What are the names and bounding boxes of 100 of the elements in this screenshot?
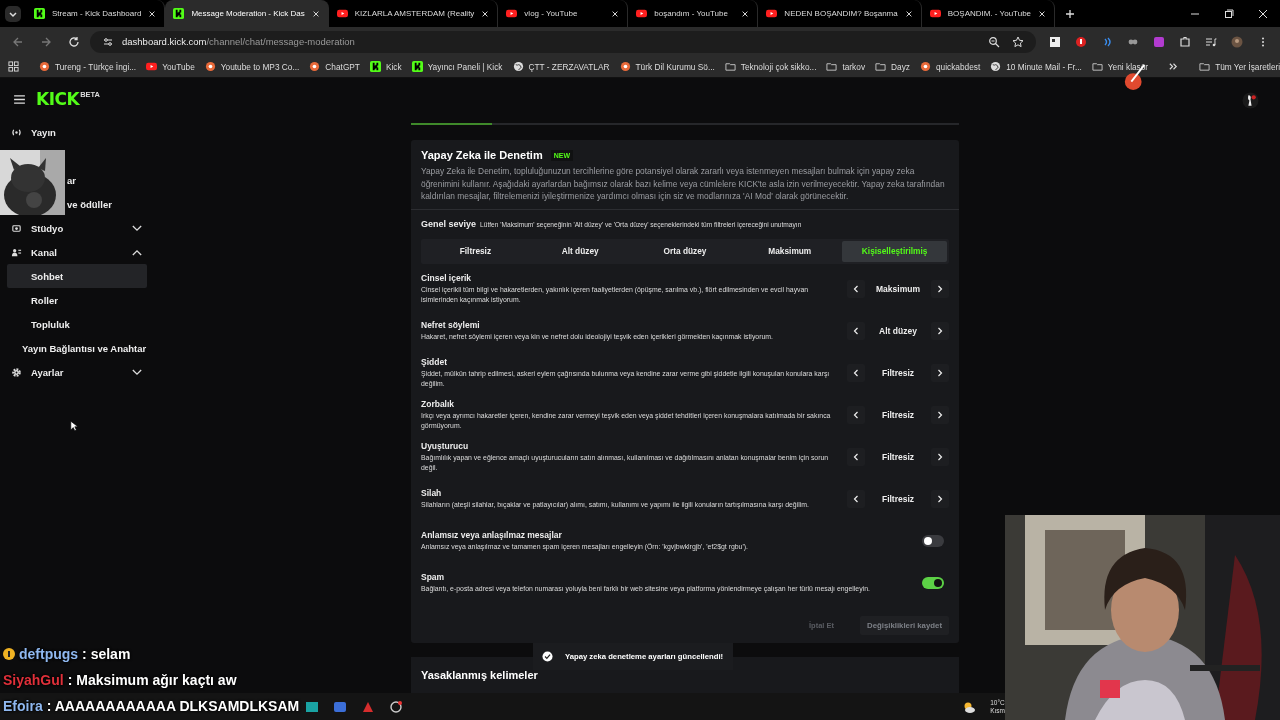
bookmark[interactable]: Tüm Yer İşaretleri xyxy=(1199,61,1280,72)
app-icon[interactable] xyxy=(389,699,403,714)
folder-icon xyxy=(875,61,887,72)
sidebar-item[interactable]: Yayın xyxy=(7,120,147,144)
app-icon[interactable] xyxy=(305,699,319,714)
bookmark[interactable]: Tureng - Türkçe İngi... xyxy=(39,61,137,72)
previous-button[interactable] xyxy=(847,406,865,425)
chevron-double-icon[interactable] xyxy=(1168,61,1180,72)
previous-button[interactable] xyxy=(847,322,865,341)
folder-icon xyxy=(1199,61,1211,72)
bookmark[interactable]: quickabdest xyxy=(919,61,981,72)
chat-message: : selam xyxy=(82,646,131,662)
youtube-icon xyxy=(929,8,941,19)
kick-icon xyxy=(411,61,423,72)
apps-icon[interactable] xyxy=(8,61,19,72)
bookmark[interactable]: Dayz xyxy=(875,61,910,72)
chevron-left-icon xyxy=(853,369,859,378)
level-value: Filtresiz xyxy=(880,368,916,379)
previous-button[interactable] xyxy=(847,490,865,509)
chevron-left-icon xyxy=(853,327,859,336)
restore-icon[interactable] xyxy=(1224,8,1234,19)
sidebar-item[interactable]: ar xyxy=(67,168,76,192)
level-tab[interactable]: Filtresiz xyxy=(423,240,528,262)
bookmark[interactable]: ChatGPT xyxy=(309,61,360,72)
tab-list-icon[interactable] xyxy=(5,5,21,22)
next-button[interactable] xyxy=(931,280,949,299)
bookmark[interactable]: Yeni klasör xyxy=(1091,61,1149,72)
toggle-switch[interactable] xyxy=(922,535,944,548)
next-button[interactable] xyxy=(931,490,949,509)
level-value: Filtresiz xyxy=(880,494,916,505)
next-button[interactable] xyxy=(931,364,949,383)
chevron-right-icon xyxy=(937,411,943,420)
close-icon[interactable] xyxy=(904,9,913,18)
bookmark[interactable]: Kick xyxy=(369,61,402,72)
level-tab[interactable]: Alt düzey xyxy=(527,240,633,262)
sidebar-item[interactable]: ve ödüller xyxy=(67,192,112,216)
chevron-right-icon xyxy=(937,495,943,504)
menu-icon[interactable] xyxy=(14,94,25,104)
camera-icon xyxy=(11,222,22,234)
close-icon[interactable] xyxy=(481,9,490,18)
bookmark[interactable]: Türk Dil Kurumu Sö... xyxy=(619,61,715,72)
kick-logo[interactable]: KICK xyxy=(36,89,80,109)
folder-icon xyxy=(724,61,736,72)
rule-title: Zorbalık xyxy=(421,399,456,410)
close-icon[interactable] xyxy=(741,9,750,18)
youtube-icon xyxy=(636,8,648,19)
previous-button[interactable] xyxy=(847,448,865,467)
sidebar-item[interactable]: Kanal xyxy=(7,240,147,264)
address-bar[interactable]: dashboard.kick.com/channel/chat/message-moderation xyxy=(90,30,1036,53)
chat-username: SiyahGul xyxy=(3,672,64,688)
section-title: Yapay Zeka ile Denetim xyxy=(421,149,543,161)
close-icon[interactable] xyxy=(1258,8,1268,19)
bookmark[interactable]: YouTube xyxy=(146,61,195,72)
rule-title: Spam xyxy=(421,572,446,583)
rule-title: Anlamsız veya anlaşılmaz mesajlar xyxy=(421,530,563,541)
sidebar-item[interactable]: Sohbet xyxy=(7,264,147,288)
previous-button[interactable] xyxy=(847,364,865,383)
avatar-icon[interactable] xyxy=(1241,92,1259,109)
close-icon[interactable] xyxy=(311,9,320,18)
next-button[interactable] xyxy=(931,322,949,341)
previous-button[interactable] xyxy=(847,280,865,299)
level-tab[interactable]: Maksimum xyxy=(737,240,843,262)
bookmark[interactable]: Youtube to MP3 Co... xyxy=(204,61,300,72)
chevron-down-icon[interactable] xyxy=(132,224,142,232)
close-icon[interactable] xyxy=(1038,9,1047,18)
bookmark[interactable]: Yayıncı Paneli | Kick xyxy=(411,61,503,72)
kick-icon xyxy=(34,8,45,19)
rule-title: Cinsel içerik xyxy=(421,273,473,284)
new-tab-icon[interactable] xyxy=(1065,8,1076,19)
sidebar-item[interactable]: Ayarlar xyxy=(7,360,147,384)
sidebar-item[interactable]: Topluluk xyxy=(7,312,147,336)
bookmark[interactable]: 10 Minute Mail - Fr... xyxy=(990,61,1082,72)
sidebar-item[interactable]: Roller xyxy=(7,288,147,312)
close-icon[interactable] xyxy=(148,9,157,18)
next-button[interactable] xyxy=(931,406,949,425)
chevron-down-icon[interactable] xyxy=(132,368,142,376)
sidebar-item[interactable]: Stüdyo xyxy=(7,216,147,240)
browser-tab[interactable]: Message Moderation - Kick Das xyxy=(165,0,329,27)
bookmark[interactable]: Teknoloji çok sikko... xyxy=(724,61,817,72)
close-icon[interactable] xyxy=(611,9,620,18)
folder-icon xyxy=(1091,61,1103,72)
field-label: Genel seviye xyxy=(421,218,477,229)
toggle-switch[interactable] xyxy=(922,577,944,590)
bookmark[interactable]: tarkov xyxy=(826,61,866,72)
people-icon xyxy=(11,246,22,258)
chat-message: : AAAAAAAAAAAA DLKSAMDLKSAM xyxy=(46,698,300,714)
rule-title: Silah xyxy=(421,488,443,499)
bookmark[interactable]: ÇTT - ZERZAVATLAR xyxy=(512,61,610,72)
chevron-left-icon xyxy=(853,453,859,462)
chevron-up-icon[interactable] xyxy=(132,248,142,256)
next-button[interactable] xyxy=(931,448,949,467)
section-title: Yasaklanmış kelimeler xyxy=(421,668,538,681)
level-tab[interactable]: Orta düzey xyxy=(632,240,738,262)
sidebar-item[interactable]: Yayın Bağlantısı ve Anahtar xyxy=(7,336,147,360)
chevron-left-icon xyxy=(853,495,859,504)
level-value: Filtresiz xyxy=(880,452,916,463)
level-tab[interactable]: Kişiselleştirilmiş xyxy=(842,240,947,262)
level-value: Maksimum xyxy=(875,284,921,295)
chevron-right-icon xyxy=(937,285,943,294)
kick-icon xyxy=(173,8,185,19)
